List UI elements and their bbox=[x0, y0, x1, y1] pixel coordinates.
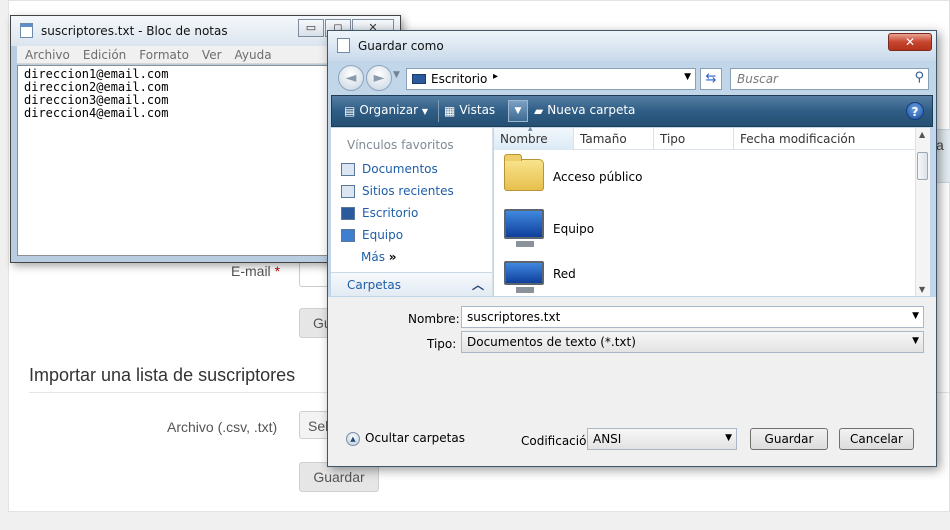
favorite-documentos[interactable]: Documentos bbox=[341, 162, 438, 176]
file-label: Archivo (.csv, .txt) bbox=[167, 419, 278, 435]
chevron-up-icon: ︿ bbox=[471, 278, 484, 292]
folders-toggle[interactable]: Carpetas ︿ bbox=[331, 272, 492, 296]
desktop-icon bbox=[341, 207, 355, 220]
address-row: ◄ ► ▼ Escritorio ▸ ▼ ⇆ Buscar ⚲ bbox=[328, 62, 936, 95]
favorite-sitios-recientes[interactable]: Sitios recientes bbox=[341, 184, 454, 198]
email-label: E-mail * bbox=[231, 263, 281, 279]
address-bar[interactable]: Escritorio ▸ ▼ bbox=[406, 68, 696, 90]
required-mark: * bbox=[274, 263, 281, 279]
help-icon[interactable]: ? bbox=[906, 102, 924, 120]
notepad-icon bbox=[20, 23, 33, 38]
desktop-icon bbox=[412, 74, 426, 84]
scroll-down-icon[interactable]: ▼ bbox=[919, 285, 925, 294]
vertical-scrollbar[interactable]: ▲ ▼ bbox=[915, 128, 930, 296]
dialog-title: Guardar como bbox=[358, 39, 444, 53]
filename-value: suscriptores.txt bbox=[467, 310, 561, 324]
recent-places-icon bbox=[341, 185, 355, 198]
dialog-close-button[interactable]: ✕ bbox=[888, 33, 932, 51]
notepad-title: suscriptores.txt - Bloc de notas bbox=[41, 24, 228, 38]
column-fecha-modificacion[interactable]: Fecha modificación bbox=[734, 128, 915, 150]
column-tamano[interactable]: Tamaño bbox=[574, 128, 654, 150]
column-tipo[interactable]: Tipo bbox=[654, 128, 734, 150]
encoding-select[interactable]: ANSI ▼ bbox=[587, 428, 737, 450]
favorite-equipo[interactable]: Equipo bbox=[341, 228, 403, 242]
menu-formato[interactable]: Formato bbox=[131, 46, 194, 62]
type-label: Tipo: bbox=[427, 337, 457, 351]
folder-icon bbox=[504, 154, 544, 191]
file-type-select[interactable]: Documentos de texto (*.txt) ▼ bbox=[461, 331, 924, 353]
encoding-dropdown-icon[interactable]: ▼ bbox=[725, 433, 732, 443]
file-type-dropdown-icon[interactable]: ▼ bbox=[912, 336, 919, 346]
documents-icon bbox=[341, 163, 355, 176]
hide-folders-button[interactable]: ▲ Ocultar carpetas bbox=[346, 431, 465, 446]
organize-button[interactable]: ▤ Organizar ▼ bbox=[344, 103, 428, 118]
file-name: Equipo bbox=[553, 222, 595, 236]
save-button[interactable]: Guardar bbox=[750, 428, 828, 450]
favorites-header: Vínculos favoritos bbox=[347, 138, 454, 152]
dialog-icon bbox=[337, 38, 350, 53]
organize-icon: ▤ bbox=[344, 103, 356, 118]
history-dropdown-icon[interactable]: ▼ bbox=[393, 70, 400, 80]
favorite-more[interactable]: Más » bbox=[361, 250, 397, 264]
double-chevron-icon: » bbox=[388, 250, 397, 264]
back-arrow-icon[interactable]: ◄ bbox=[338, 65, 364, 91]
menu-ver[interactable]: Ver bbox=[194, 46, 227, 62]
favorite-escritorio[interactable]: Escritorio bbox=[341, 206, 418, 220]
computer-icon bbox=[504, 209, 544, 247]
file-type-value: Documentos de texto (*.txt) bbox=[467, 335, 636, 349]
save-options-area: Nombre: suscriptores.txt ▼ Tipo: Documen… bbox=[328, 297, 936, 466]
dialog-toolbar: ▤ Organizar ▼ ▦ Vistas ▼ ▰ Nueva carpeta ? bbox=[331, 95, 933, 127]
menu-edicion[interactable]: Edición bbox=[75, 46, 131, 62]
menu-archivo[interactable]: Archivo bbox=[17, 46, 75, 62]
views-icon: ▦ bbox=[444, 103, 456, 118]
folders-label: Carpetas bbox=[347, 278, 401, 292]
new-folder-button[interactable]: ▰ Nueva carpeta bbox=[534, 103, 635, 118]
file-list: Nombre Tamaño Tipo Fecha modificación Ac… bbox=[494, 124, 930, 296]
minimize-button[interactable]: ▭ bbox=[298, 19, 324, 37]
file-name: Acceso público bbox=[553, 170, 643, 184]
breadcrumb-arrow-icon[interactable]: ▸ bbox=[493, 71, 498, 82]
import-section-title: Importar una lista de suscriptores bbox=[29, 365, 296, 385]
address-dropdown-icon[interactable]: ▼ bbox=[684, 72, 691, 82]
menu-ayuda[interactable]: Ayuda bbox=[227, 46, 277, 62]
forward-arrow-icon[interactable]: ► bbox=[366, 65, 392, 91]
search-input[interactable]: Buscar ⚲ bbox=[730, 68, 929, 90]
column-header: Nombre Tamaño Tipo Fecha modificación bbox=[494, 124, 915, 150]
file-name: Red bbox=[553, 267, 576, 281]
search-icon[interactable]: ⚲ bbox=[914, 70, 924, 85]
scroll-up-icon[interactable]: ▲ bbox=[919, 130, 925, 139]
column-nombre[interactable]: Nombre bbox=[494, 124, 574, 150]
search-placeholder: Buscar bbox=[737, 72, 778, 86]
navigation-pane: Vínculos favoritos Documentos Sitios rec… bbox=[331, 128, 493, 296]
views-dropdown-icon[interactable]: ▼ bbox=[508, 100, 528, 122]
encoding-value: ANSI bbox=[593, 432, 622, 446]
refresh-icon[interactable]: ⇆ bbox=[700, 68, 722, 90]
chevron-up-icon: ▲ bbox=[346, 431, 360, 446]
dialog-titlebar[interactable]: Guardar como ✕ bbox=[328, 31, 936, 61]
filename-dropdown-icon[interactable]: ▼ bbox=[912, 311, 919, 321]
computer-icon bbox=[341, 229, 355, 242]
filename-input[interactable]: suscriptores.txt ▼ bbox=[461, 306, 924, 328]
toolbar-separator bbox=[438, 100, 439, 122]
views-button[interactable]: ▦ Vistas bbox=[444, 103, 495, 118]
network-icon bbox=[504, 261, 544, 293]
address-location[interactable]: Escritorio bbox=[431, 72, 487, 86]
cancel-button[interactable]: Cancelar bbox=[839, 428, 914, 450]
name-label: Nombre: bbox=[408, 312, 460, 326]
scroll-thumb[interactable] bbox=[917, 152, 928, 180]
save-as-dialog: Guardar como ✕ ◄ ► ▼ Escritorio ▸ ▼ ⇆ Bu… bbox=[327, 30, 937, 467]
new-folder-icon: ▰ bbox=[534, 103, 544, 118]
